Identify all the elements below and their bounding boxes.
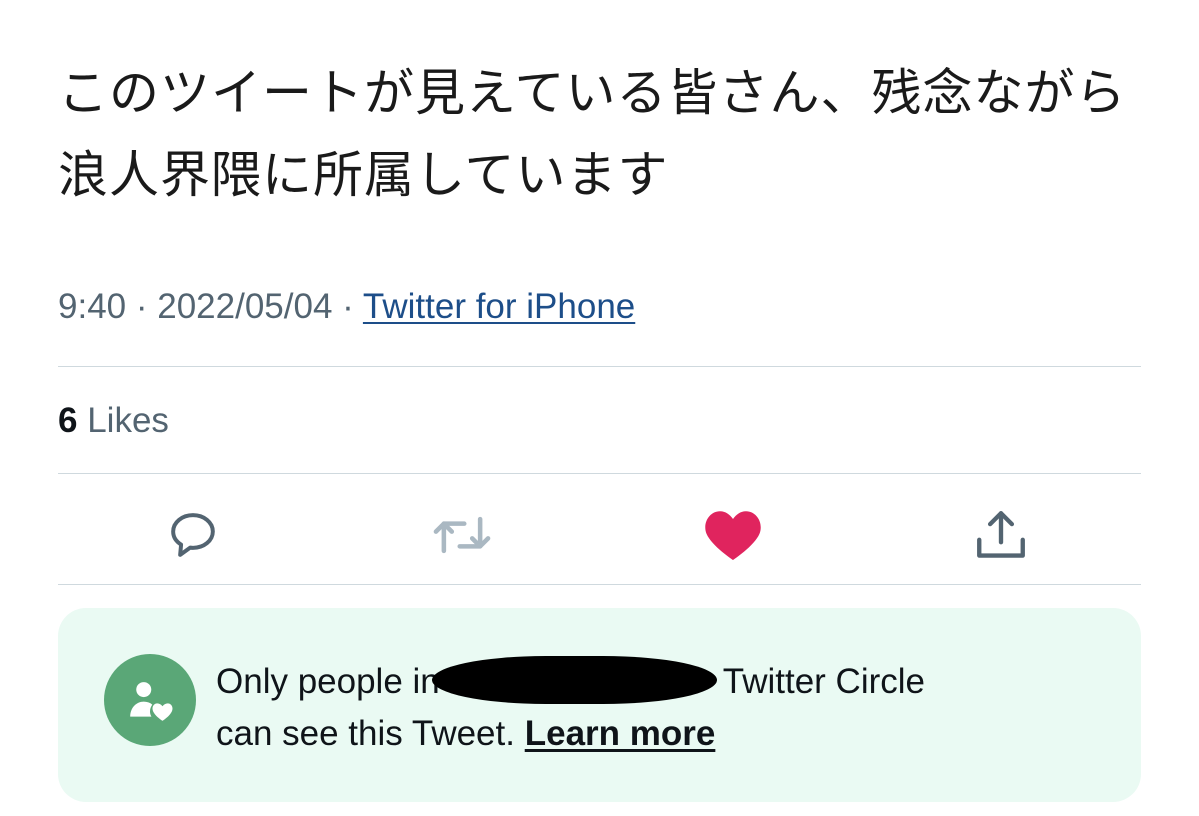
tweet-detail: このツイートが見えている皆さん、残念ながら浪人界隈に所属しています 9:40 ·… [0, 0, 1199, 816]
likes-count: 6 [58, 401, 78, 440]
tweet-date: 2022/05/04 [157, 287, 333, 326]
likes-label: Likes [87, 401, 169, 440]
tweet-meta: 9:40 · 2022/05/04 · Twitter for iPhone [58, 284, 635, 330]
like-button[interactable] [698, 500, 768, 570]
likes-stat[interactable]: 6 Likes [58, 398, 169, 444]
divider [58, 473, 1141, 474]
divider [58, 366, 1141, 367]
redaction-mark [431, 655, 717, 704]
reply-button[interactable] [158, 500, 228, 570]
meta-separator: · [135, 287, 148, 326]
divider [58, 584, 1141, 585]
retweet-button[interactable] [427, 500, 497, 570]
twitter-circle-notice: Only people in Twitter Circle can see thi… [58, 608, 1141, 802]
circle-notice-line1: Only people in Twitter Circle [216, 655, 926, 708]
share-icon [977, 511, 1025, 558]
circle-notice-suffix: Twitter Circle [722, 662, 926, 701]
circle-people-heart-icon [130, 682, 173, 721]
circle-notice-prefix: Only people in [216, 662, 440, 701]
circle-notice-line2: can see this Tweet. Learn more [216, 708, 925, 760]
tweet-text: このツイートが見えている皆さん、残念ながら浪人界隈に所属しています [58, 64, 1127, 204]
heart-filled-icon [705, 511, 761, 560]
circle-notice-body: can see this Tweet. [216, 714, 515, 753]
learn-more-link[interactable]: Learn more [525, 714, 716, 753]
reply-icon [171, 513, 215, 557]
retweet-icon [433, 516, 491, 554]
circle-notice-text: Only people in Twitter Circle can see thi… [216, 655, 926, 760]
tweet-time: 9:40 [58, 287, 127, 326]
tweet-source-link[interactable]: Twitter for iPhone [363, 287, 635, 326]
share-button[interactable] [966, 500, 1036, 570]
circle-avatar [104, 654, 196, 746]
meta-separator: · [342, 287, 354, 326]
